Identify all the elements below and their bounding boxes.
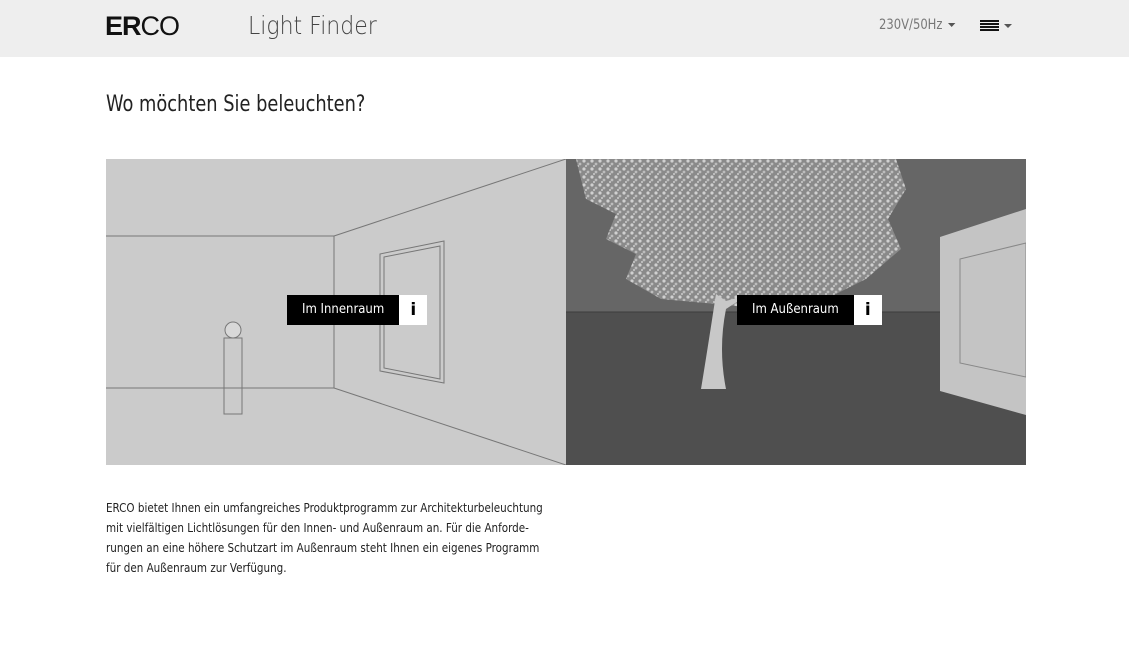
info-icon[interactable]: i [399,295,428,325]
hamburger-icon [980,20,999,31]
description-line: ERCO bietet Ihnen ein umfangreiches Prod… [106,500,543,515]
description-text: ERCO bietet Ihnen ein umfangreiches Prod… [106,498,543,578]
caret-down-icon [948,23,956,27]
caret-down-icon [1004,23,1012,28]
indoor-label: Im Innenraum [287,295,400,325]
erco-logo[interactable]: ERCO [105,11,180,42]
outdoor-label: Im Außenraum [737,295,854,325]
description-line: mit vielfältigen Lichtlösungen für den I… [106,520,529,535]
menu-button[interactable] [980,20,1012,31]
voltage-selector[interactable]: 230V/50Hz [879,17,956,33]
page-heading: Wo möchten Sie beleuchten? [106,92,366,117]
description-line: für den Außenraum zur Verfügung. [106,560,287,575]
info-icon[interactable]: i [853,295,882,325]
description-line: rungen an eine höhere Schutzart im Außen… [106,540,540,555]
app-title: Light Finder [248,11,377,40]
indoor-button[interactable]: Im Innenraum i [287,295,428,325]
voltage-label: 230V/50Hz [879,17,943,33]
logo-bold: ER [105,11,142,41]
logo-light: CO [140,11,180,41]
header-bar: ERCO Light Finder 230V/50Hz [0,0,1129,57]
outdoor-button[interactable]: Im Außenraum i [737,295,882,325]
